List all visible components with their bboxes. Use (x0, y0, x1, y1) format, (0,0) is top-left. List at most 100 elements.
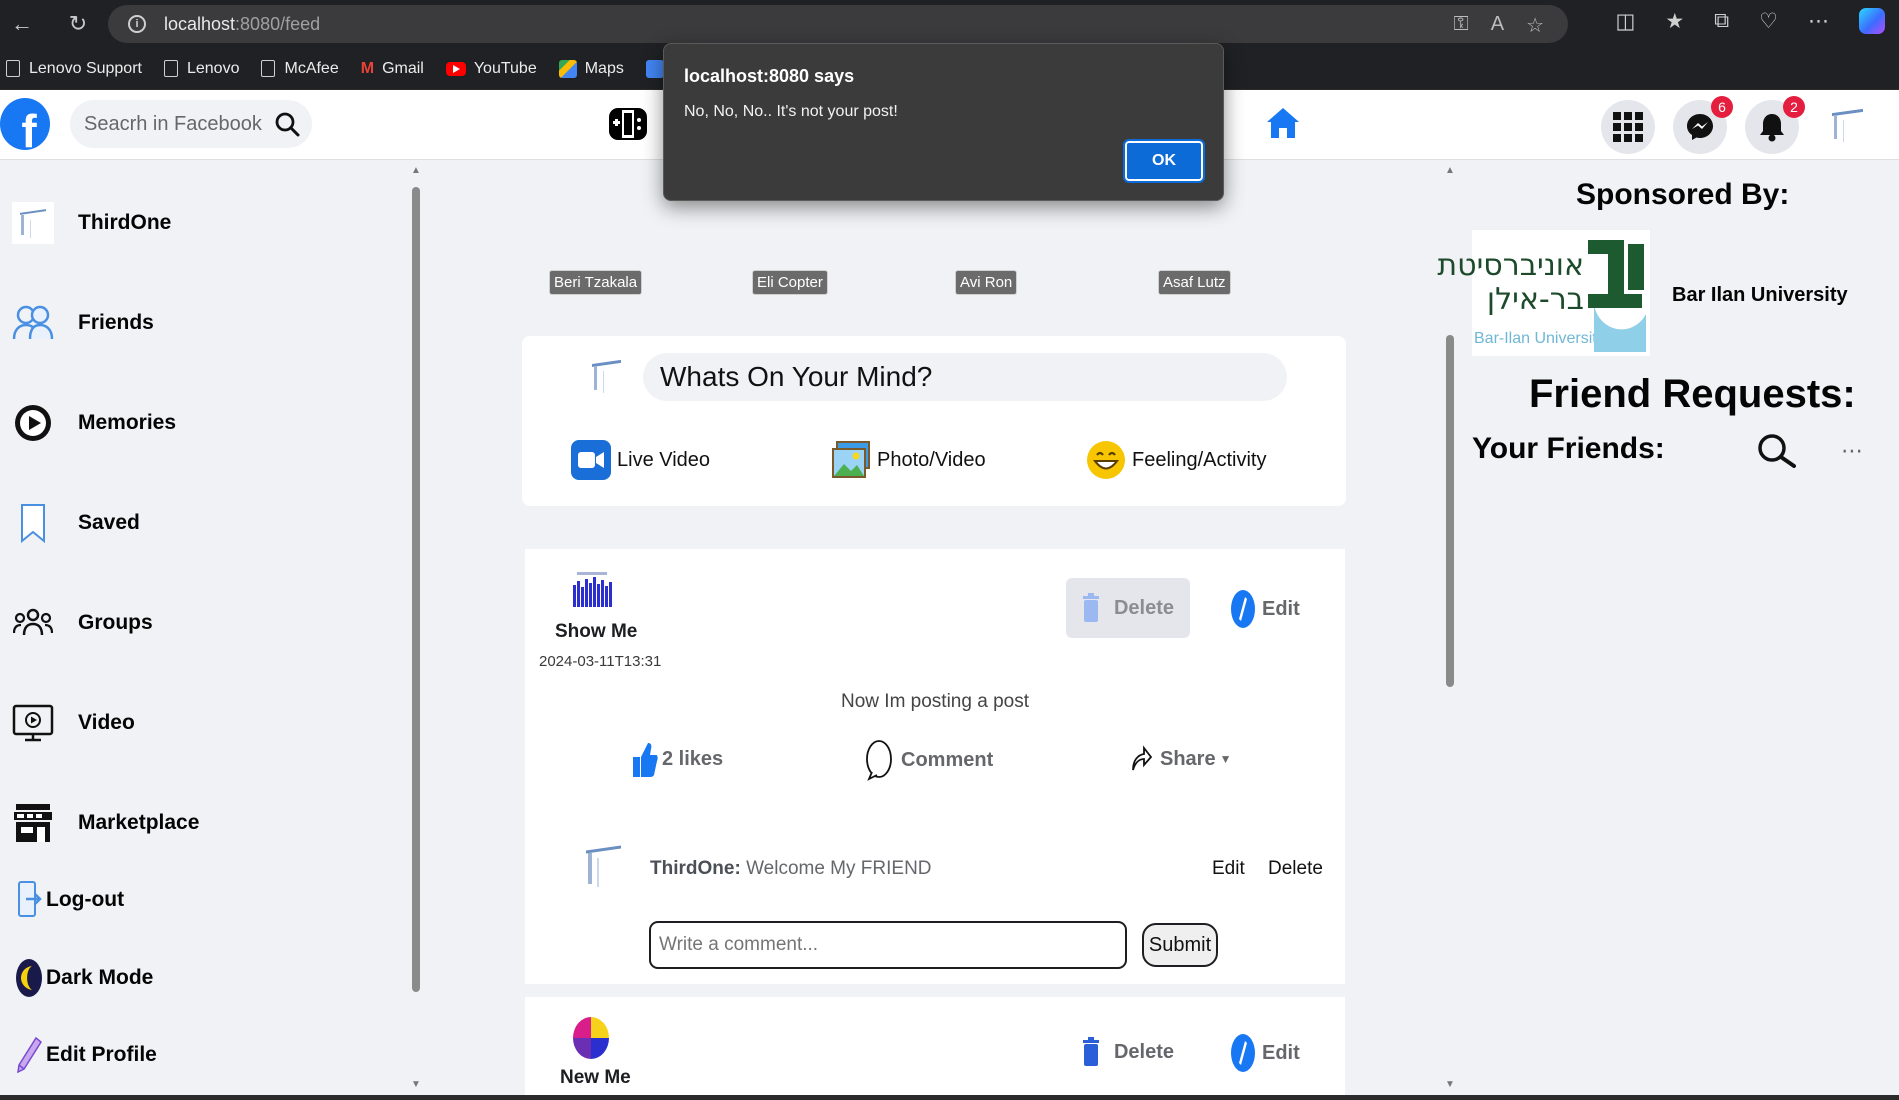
trash-icon (1082, 593, 1099, 622)
search-input[interactable] (84, 112, 274, 136)
feeling-activity-button[interactable]: Feeling/Activity (1086, 440, 1267, 480)
back-arrow-icon[interactable]: ← (4, 6, 40, 42)
photo-icon (832, 441, 870, 478)
reload-icon[interactable]: ↻ (60, 6, 96, 42)
gmail-icon: M (360, 59, 375, 77)
sponsor-name[interactable]: Bar Ilan University (1672, 284, 1848, 307)
bookmark-lenovo[interactable]: Lenovo (163, 60, 239, 78)
live-video-button[interactable]: Live Video (571, 440, 710, 480)
key-icon[interactable]: ⚿ (1453, 13, 1468, 38)
dialog-ok-button[interactable]: OK (1123, 139, 1205, 183)
feed-scrollbar-thumb[interactable] (1446, 335, 1454, 687)
sidebar-item-edit-profile[interactable]: Edit Profile (12, 1034, 157, 1076)
facebook-logo-icon[interactable]: f (0, 98, 50, 150)
groups-icon (12, 602, 54, 644)
favorite-star-icon[interactable]: ☆ (1526, 13, 1544, 38)
story-name-tag[interactable]: Beri Tzakala (549, 270, 643, 295)
messenger-badge: 6 (1711, 96, 1733, 118)
search-box (70, 100, 312, 148)
messenger-icon (1687, 114, 1713, 140)
sidebar-item-friends[interactable]: Friends (12, 302, 154, 344)
grid-icon (1613, 112, 1643, 142)
scroll-up-arrow-icon[interactable]: ▲ (1443, 165, 1457, 176)
logout-icon (12, 879, 46, 921)
read-aloud-icon[interactable]: A (1491, 13, 1504, 38)
copilot-icon[interactable] (1859, 8, 1885, 34)
delete-comment-link[interactable]: Delete (1268, 858, 1323, 880)
trash-icon (1082, 1037, 1099, 1066)
whats-on-your-mind-input[interactable]: Whats On Your Mind? (643, 353, 1287, 401)
scroll-up-arrow-icon[interactable]: ▲ (409, 165, 423, 176)
sidebar-item-marketplace[interactable]: Marketplace (12, 802, 199, 844)
story-name-tag[interactable]: Eli Copter (752, 270, 828, 295)
collections-icon[interactable]: ⧉ (1714, 9, 1729, 33)
bar-ilan-logo[interactable]: אוניברסיטת בר-אילן Bar-Ilan University (1437, 230, 1650, 356)
scroll-down-arrow-icon[interactable]: ▼ (1443, 1079, 1457, 1090)
edit-post-button[interactable]: Edit (1230, 1033, 1300, 1073)
delete-post-button[interactable]: Delete (1066, 578, 1190, 638)
home-icon[interactable] (1265, 106, 1301, 140)
search-icon[interactable] (274, 111, 300, 137)
gaming-icon[interactable] (607, 104, 649, 144)
feed-scrollbar[interactable]: ▲ ▼ (1443, 165, 1457, 1090)
post-author-name[interactable]: New Me (560, 1067, 631, 1089)
right-sidebar: Sponsored By: אוניברסיטת בר-אילן Bar-Ila… (1437, 160, 1899, 1095)
bookmark-youtube[interactable]: YouTube (445, 60, 537, 78)
site-info-icon[interactable]: i (128, 15, 146, 33)
post-card: New Me Delete Edit (525, 997, 1345, 1095)
sidebar-item-logout[interactable]: Log-out (12, 879, 124, 921)
search-friends-icon[interactable] (1756, 432, 1796, 468)
post-author-avatar (573, 1017, 609, 1059)
like-button[interactable]: 2 likes (632, 739, 723, 779)
sidebar-item-saved[interactable]: Saved (12, 502, 140, 544)
dropdown-caret-icon: ▼ (1219, 752, 1232, 766)
page-icon (261, 60, 276, 77)
sidebar-item-dark-mode[interactable]: Dark Mode (12, 957, 153, 999)
notifications-button[interactable]: 2 (1745, 96, 1805, 154)
translate-icon (645, 59, 664, 78)
share-arrow-icon (1132, 745, 1152, 771)
delete-post-button[interactable]: Delete (1066, 1022, 1190, 1082)
friend-requests-title: Friend Requests: (1529, 372, 1856, 416)
sidebar-item-profile[interactable]: ThirdOne (12, 202, 171, 244)
story-name-tag[interactable]: Avi Ron (955, 270, 1018, 295)
bookmark-mcafee[interactable]: McAfee (261, 60, 339, 78)
more-options-icon[interactable]: ⋯ (1808, 9, 1829, 34)
browser-essentials-icon[interactable]: ♡ (1759, 9, 1778, 34)
bookmark-gmail[interactable]: M Gmail (361, 60, 424, 78)
edit-comment-link[interactable]: Edit (1212, 858, 1245, 880)
edit-post-button[interactable]: Edit (1230, 589, 1300, 629)
bookmark-lenovo-support[interactable]: Lenovo Support (6, 60, 142, 78)
scroll-down-arrow-icon[interactable]: ▼ (409, 1079, 423, 1090)
story-name-tag[interactable]: Asaf Lutz (1158, 270, 1231, 295)
address-bar[interactable]: i localhost:8080/feed ⚿ A ☆ (108, 5, 1568, 43)
sponsored-title: Sponsored By: (1576, 178, 1790, 211)
bookmark-maps[interactable]: Maps (558, 59, 624, 78)
maps-icon (558, 59, 577, 78)
sidebar-item-groups[interactable]: Groups (12, 602, 153, 644)
submit-comment-button[interactable]: Submit (1142, 923, 1218, 967)
bar-ilan-emblem-icon (1588, 240, 1646, 352)
comment-input[interactable] (649, 921, 1127, 969)
messenger-button[interactable]: 6 (1673, 96, 1733, 154)
comment-button[interactable]: Comment (865, 739, 993, 781)
sidebar-item-memories[interactable]: Memories (12, 402, 176, 444)
share-button[interactable]: Share ▼ (1130, 745, 1231, 773)
split-screen-icon[interactable]: ◫ (1616, 9, 1636, 34)
menu-grid-button[interactable] (1601, 100, 1655, 154)
profile-avatar[interactable] (1823, 100, 1873, 150)
comment-bubble-icon (866, 740, 892, 781)
post-author-name[interactable]: Show Me (555, 621, 637, 643)
sidebar-item-video[interactable]: Video (12, 702, 135, 744)
notifications-badge: 2 (1783, 96, 1805, 118)
bookmark-translate[interactable] (645, 59, 664, 78)
comment-item: ThirdOne: Welcome My FRIEND Edit Delete (550, 834, 1330, 904)
favorites-icon[interactable]: ★ (1665, 9, 1684, 34)
youtube-icon (445, 61, 466, 76)
more-options-icon[interactable]: ⋯ (1841, 438, 1865, 464)
photo-video-button[interactable]: Photo/Video (831, 440, 986, 480)
left-scrollbar-thumb[interactable] (412, 187, 420, 992)
left-scrollbar[interactable]: ▲ ▼ (409, 165, 423, 1090)
page-icon (6, 60, 20, 77)
left-sidebar: ThirdOne Friends Memories Saved Groups V… (0, 160, 428, 1095)
